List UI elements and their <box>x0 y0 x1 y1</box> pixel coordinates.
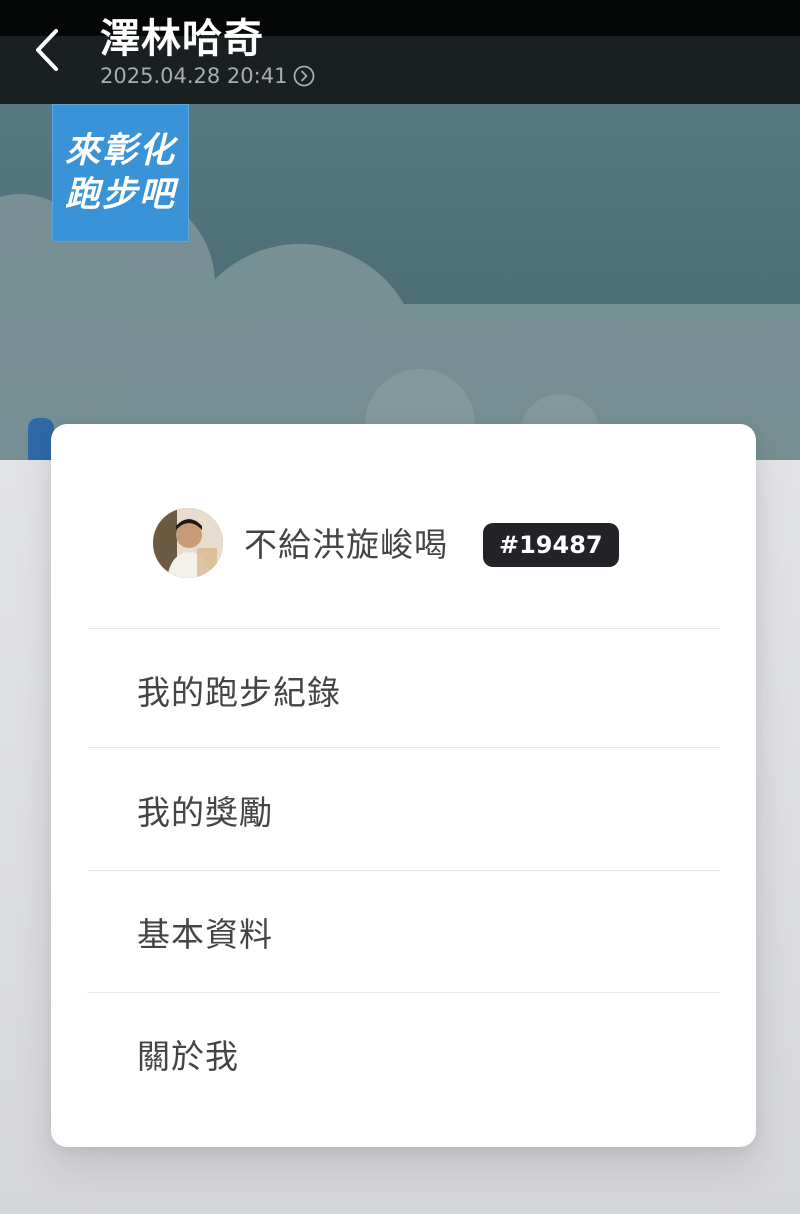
menu-item-label: 我的跑步紀錄 <box>137 673 341 712</box>
username: 不給洪旋峻喝 <box>244 525 448 564</box>
menu-item-label: 關於我 <box>137 1037 239 1076</box>
screen: 澤林哈奇 2025.04.28 20:41 來彰化 跑步吧 不給洪旋峻喝 #19… <box>0 0 800 1214</box>
avatar[interactable] <box>153 508 223 578</box>
chevron-left-icon <box>32 27 62 77</box>
event-logo: 來彰化 跑步吧 <box>52 104 189 242</box>
top-bar: 澤林哈奇 2025.04.28 20:41 <box>0 0 800 104</box>
circle-chevron-right-icon[interactable] <box>293 65 315 87</box>
back-button[interactable] <box>22 22 72 82</box>
menu-item-label: 我的獎勵 <box>137 793 273 832</box>
menu-card: 不給洪旋峻喝 #19487 我的跑步紀錄 我的獎勵 基本資料 關於我 <box>51 424 756 1147</box>
logo-text-line-1: 來彰化 <box>64 131 176 171</box>
menu-item-basic-info[interactable]: 基本資料 <box>51 870 756 990</box>
logo-text-line-2: 跑步吧 <box>64 175 176 215</box>
menu-item-rewards[interactable]: 我的獎勵 <box>51 748 756 868</box>
timestamp: 2025.04.28 20:41 <box>100 64 288 88</box>
menu-item-about-me[interactable]: 關於我 <box>51 992 756 1112</box>
timestamp-row[interactable]: 2025.04.28 20:41 <box>100 64 315 88</box>
page-title: 澤林哈奇 <box>100 16 264 62</box>
banner-image: 來彰化 跑步吧 <box>0 104 800 460</box>
menu-item-run-records[interactable]: 我的跑步紀錄 <box>51 628 756 748</box>
rank-badge: #19487 <box>483 523 619 567</box>
menu-item-label: 基本資料 <box>137 915 273 954</box>
profile-row[interactable]: 不給洪旋峻喝 #19487 <box>51 424 756 628</box>
